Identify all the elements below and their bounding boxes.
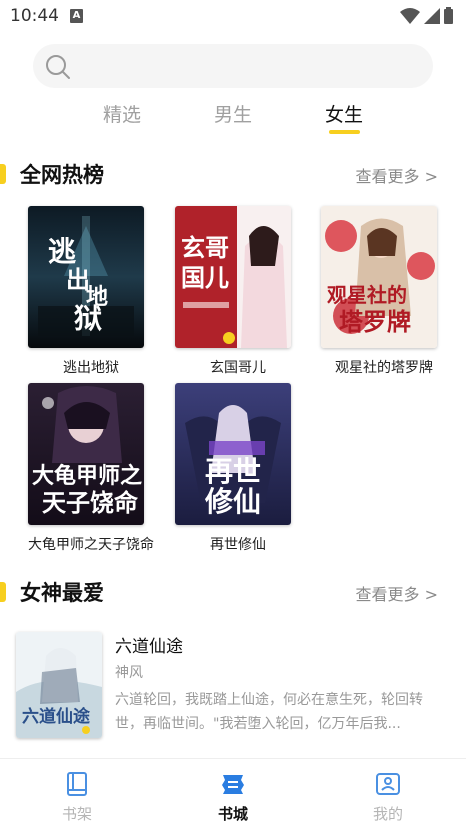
book-title: 大龟甲师之天子饶命 — [28, 537, 154, 553]
nav-profile[interactable]: 我的 — [328, 759, 448, 830]
nav-bookshelf[interactable]: 书架 — [17, 759, 137, 830]
tab-male[interactable]: 男生 — [214, 100, 252, 127]
book-card[interactable]: 观星社的 塔罗牌 观星社的塔罗牌 — [314, 206, 454, 376]
book-title: 逃出地狱 — [63, 360, 119, 376]
section-title: 女神最爱 — [20, 581, 104, 605]
book-title: 观星社的塔罗牌 — [335, 360, 433, 376]
bookshelf-icon — [67, 772, 87, 796]
book-title: 玄国哥儿 — [210, 360, 266, 376]
category-tabs: 精选 男生 女生 — [0, 96, 466, 140]
svg-text:逃: 逃 — [48, 235, 76, 268]
book-cover[interactable]: 大龟甲师之 天子饶命 — [28, 383, 144, 525]
svg-text:狱: 狱 — [74, 302, 102, 335]
signal-icons — [400, 7, 453, 24]
see-more-link[interactable]: 查看更多 > — [356, 163, 439, 187]
nav-label: 书城 — [217, 805, 248, 823]
section-accent-bar — [0, 164, 6, 184]
search-icon — [46, 55, 70, 79]
svg-text:修仙: 修仙 — [204, 485, 261, 518]
svg-text:玄哥: 玄哥 — [181, 234, 229, 262]
book-card[interactable]: 大龟甲师之 天子饶命 大龟甲师之天子饶命 — [22, 383, 162, 553]
book-cover[interactable]: 再世 修仙 — [175, 383, 291, 525]
status-time: 10:44 — [10, 6, 59, 26]
nav-bookstore[interactable]: 书城 — [173, 759, 293, 830]
search-bar[interactable] — [33, 44, 433, 88]
tab-female[interactable]: 女生 — [325, 100, 363, 127]
notification-icon: A — [70, 9, 83, 23]
book-cover[interactable]: 逃 出 地 狱 — [28, 206, 144, 348]
book-title: 再世修仙 — [210, 537, 266, 553]
svg-text:观星社的: 观星社的 — [327, 283, 407, 307]
bookstore-icon — [222, 775, 244, 794]
svg-text:天子饶命: 天子饶命 — [42, 489, 139, 517]
bottom-navigation: 书架 书城 我的 — [0, 758, 466, 830]
section-hot-header: 全网热榜 查看更多 > — [0, 158, 466, 192]
featured-book-genre: 神风 — [115, 665, 143, 681]
featured-book-cover[interactable]: 六道仙途 — [16, 632, 102, 738]
svg-text:大龟甲师之: 大龟甲师之 — [32, 463, 142, 489]
status-bar: 10:44 A — [0, 0, 466, 34]
section-title: 全网热榜 — [20, 163, 104, 187]
book-card[interactable]: 再世 修仙 再世修仙 — [168, 383, 308, 553]
active-tab-indicator — [329, 130, 360, 134]
svg-text:国儿: 国儿 — [181, 264, 229, 292]
svg-text:再世: 再世 — [205, 455, 261, 488]
svg-text:六道仙途: 六道仙途 — [22, 706, 91, 727]
nav-label: 我的 — [372, 805, 403, 823]
nav-label: 书架 — [61, 805, 92, 823]
svg-text:塔罗牌: 塔罗牌 — [339, 308, 411, 336]
section-goddess-header: 女神最爱 查看更多 > — [0, 576, 466, 610]
featured-book-title: 六道仙途 — [115, 637, 183, 657]
book-card[interactable]: 玄哥 国儿 玄国哥儿 — [168, 206, 308, 376]
profile-icon — [376, 773, 400, 795]
see-more-link[interactable]: 查看更多 > — [356, 581, 439, 605]
book-cover[interactable]: 玄哥 国儿 — [175, 206, 291, 348]
section-accent-bar — [0, 582, 6, 602]
book-card[interactable]: 逃 出 地 狱 逃出地狱 — [22, 206, 162, 376]
tab-featured[interactable]: 精选 — [103, 100, 141, 127]
book-cover[interactable]: 观星社的 塔罗牌 — [321, 206, 437, 348]
featured-book[interactable]: 六道仙途 六道仙途 神风 六道轮回，我既踏上仙途，何必在意生死，轮回转世，再临世… — [16, 632, 456, 742]
featured-book-description: 六道轮回，我既踏上仙途，何必在意生死，轮回转世，再临世间。"我若堕入轮回，亿万年… — [115, 692, 423, 732]
